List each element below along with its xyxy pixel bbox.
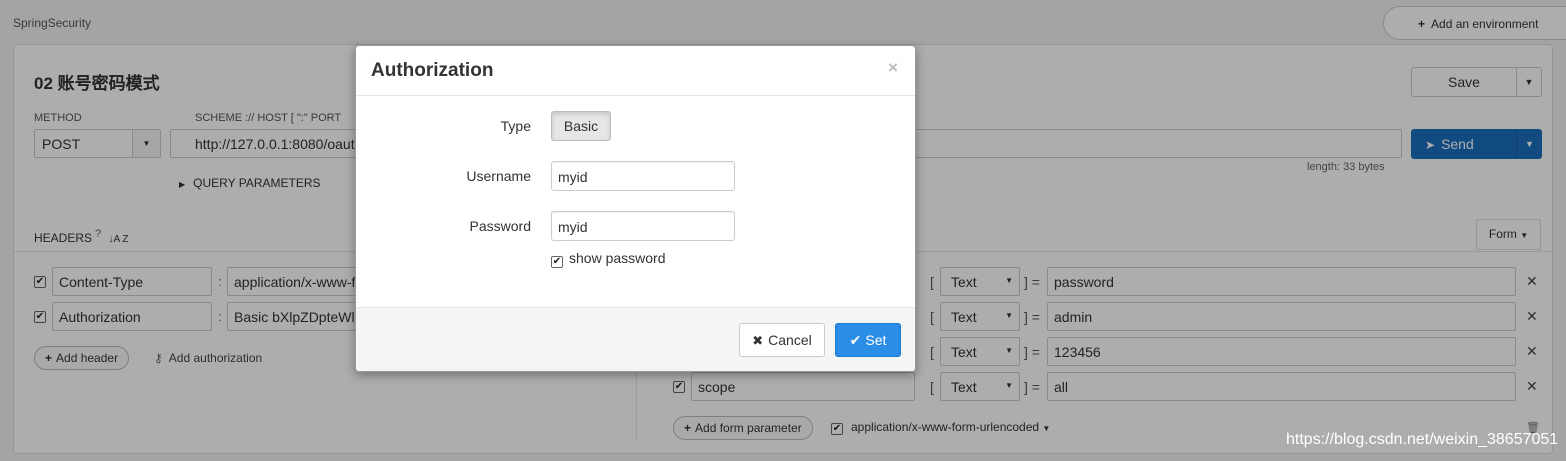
- check-icon: ✔: [849, 332, 862, 348]
- username-label: Username: [466, 168, 531, 184]
- set-label: Set: [865, 332, 887, 348]
- show-password-toggle[interactable]: ✔ show password: [551, 250, 666, 268]
- cancel-button[interactable]: ✖ Cancel: [739, 323, 825, 357]
- app-background: SpringSecurity + Add an environment 02 账号…: [0, 0, 1566, 461]
- close-icon: ✖: [752, 333, 764, 348]
- cancel-label: Cancel: [768, 332, 812, 348]
- password-input[interactable]: myid: [551, 211, 735, 241]
- type-label: Type: [500, 118, 531, 134]
- set-button[interactable]: ✔ Set: [835, 323, 901, 357]
- auth-type-basic-button[interactable]: Basic: [551, 111, 611, 141]
- close-icon[interactable]: ×: [888, 58, 898, 78]
- authorization-dialog: Authorization × Type Basic Username myid…: [355, 45, 916, 372]
- show-password-label: show password: [569, 250, 666, 266]
- watermark: https://blog.csdn.net/weixin_38657051: [1286, 431, 1559, 448]
- username-input[interactable]: myid: [551, 161, 735, 191]
- password-label: Password: [469, 218, 531, 234]
- dialog-header: Authorization ×: [356, 46, 915, 96]
- dialog-footer: ✖ Cancel ✔ Set: [356, 307, 915, 371]
- dialog-title: Authorization: [371, 60, 494, 81]
- show-password-checkbox[interactable]: ✔: [551, 256, 563, 268]
